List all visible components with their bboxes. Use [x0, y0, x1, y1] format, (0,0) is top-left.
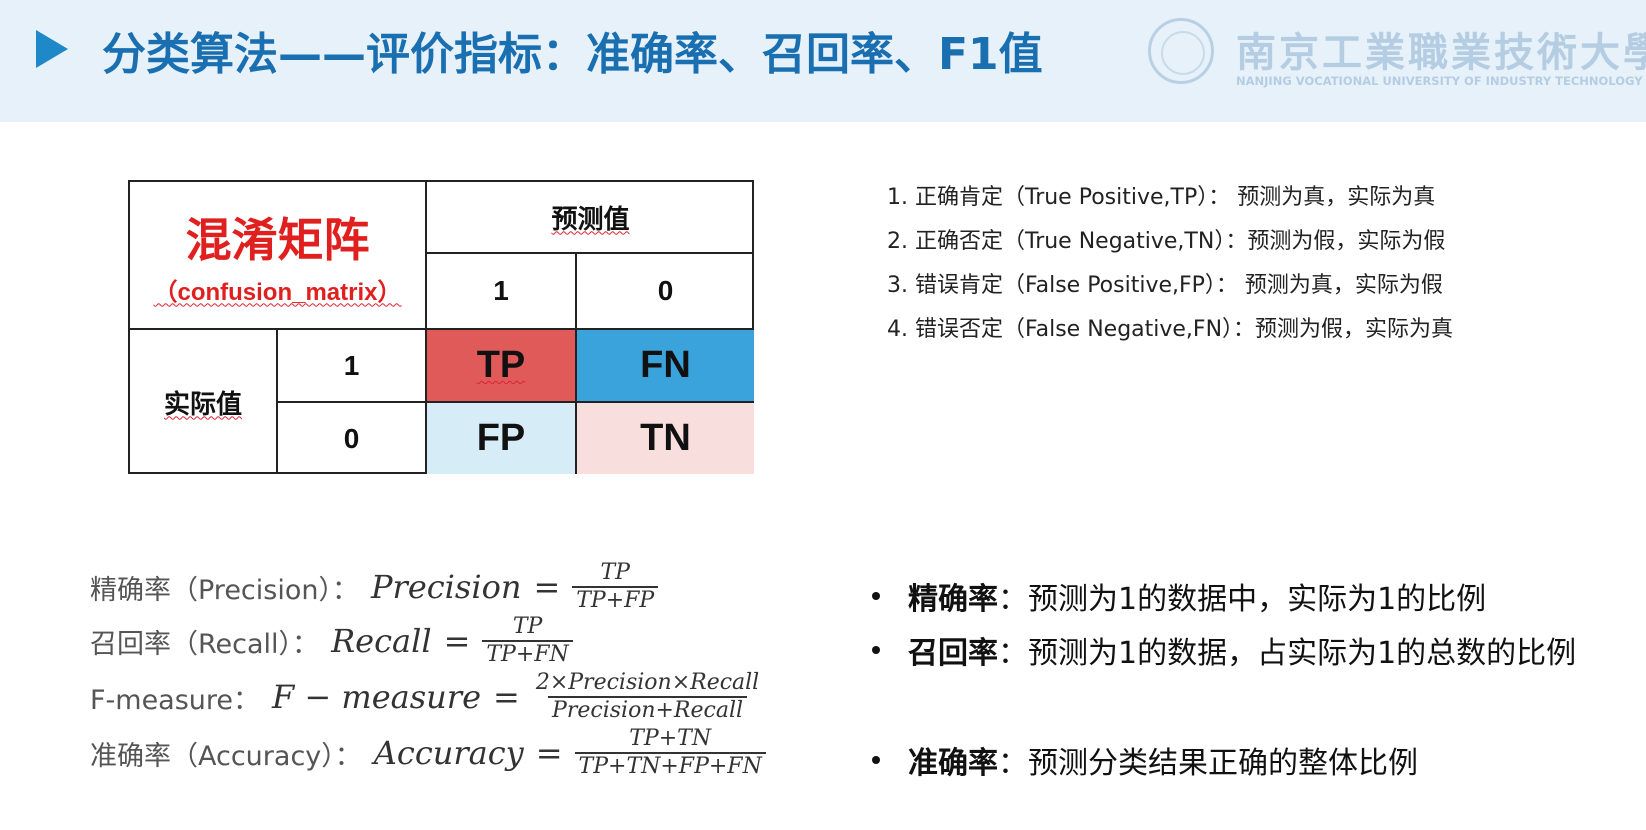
formula-accuracy: 准确率（Accuracy）： Accuracy = TP+TN TP+TN+FP… — [90, 726, 766, 780]
bullet-text: ：预测为1的数据中，实际为1的比例 — [998, 582, 1487, 617]
page-title: 分类算法——评价指标：准确率、召回率、F1值 — [102, 29, 1043, 80]
formula-fraction: 2×Precision×Recall Precision+Recall — [532, 670, 763, 724]
fraction-denominator: TP+FP — [572, 586, 659, 614]
formula-label: 准确率（Accuracy）： — [90, 740, 362, 772]
formula-lhs: F − measure — [272, 678, 482, 716]
formula-precision: 精确率（Precision）： Precision = TP TP+FP — [90, 560, 659, 614]
formula-equals: = — [443, 622, 471, 660]
fraction-denominator: TP+TN+FP+FN — [574, 752, 766, 780]
definition-item: 2. 正确否定（True Negative,TN）：预测为假，实际为假 — [887, 229, 1446, 254]
bullet-dot-icon — [872, 592, 880, 600]
fraction-numerator: TP+TN — [629, 726, 712, 751]
play-triangle-icon — [36, 30, 68, 68]
formula-lhs: Recall — [331, 622, 432, 660]
formula-recall: 召回率（Recall）： Recall = TP TP+FN — [90, 614, 573, 668]
formula-f-measure: F-measure： F − measure = 2×Precision×Rec… — [90, 670, 763, 724]
bullet-item-accuracy: 准确率 ：预测分类结果正确的整体比例 — [872, 738, 1418, 782]
confusion-matrix-table: 混淆矩阵 （confusion_matrix） 预测值 1 0 实际值 1 0 … — [128, 180, 754, 474]
university-logo: 南京工業職業技術大學 NANJING VOCATIONAL UNIVERSITY… — [1148, 18, 1646, 90]
logo-english-name: NANJING VOCATIONAL UNIVERSITY OF INDUSTR… — [1236, 74, 1643, 88]
formula-label: 召回率（Recall）： — [90, 628, 320, 660]
bullet-dot-icon — [872, 756, 880, 764]
formula-fraction: TP TP+FN — [482, 614, 573, 668]
fraction-denominator: TP+FN — [482, 640, 573, 668]
formula-lhs: Precision — [370, 568, 522, 606]
predicted-header: 预测值 — [427, 182, 754, 252]
tp-cell: TP — [427, 330, 575, 401]
actual-label: 实际值 — [163, 388, 242, 419]
actual-header: 实际值 — [130, 330, 276, 474]
fraction-numerator: TP — [600, 560, 630, 585]
fp-cell: FP — [427, 403, 575, 474]
bullet-term: 准确率 — [908, 746, 998, 781]
bullet-item-precision: 精确率 ：预测为1的数据中，实际为1的比例 — [872, 574, 1486, 618]
matrix-title-cell: 混淆矩阵 （confusion_matrix） — [130, 182, 425, 328]
matrix-title: 混淆矩阵 — [185, 212, 370, 267]
fn-cell: FN — [577, 330, 754, 401]
pred-0-header: 0 — [657, 275, 674, 306]
bullet-dot-icon — [872, 646, 880, 654]
predicted-label: 预测值 — [551, 203, 630, 234]
definitions-list: 1. 正确肯定（True Positive,TP）： 预测为真，实际为真 2. … — [887, 176, 1453, 352]
definition-item: 3. 错误肯定（False Positive,FP）： 预测为真，实际为假 — [887, 273, 1443, 298]
bullet-text: ：预测分类结果正确的整体比例 — [998, 746, 1418, 781]
formula-label: F-measure： — [90, 684, 261, 716]
formula-equals: = — [533, 568, 561, 606]
bullet-term: 召回率 — [908, 636, 998, 671]
matrix-subtitle: （confusion_matrix） — [153, 278, 402, 306]
formula-label: 精确率（Precision）： — [90, 574, 359, 606]
header-bar: 分类算法——评价指标：准确率、召回率、F1值 南京工業職業技術大學 NANJIN… — [0, 0, 1646, 122]
logo-chinese-name: 南京工業職業技術大學 — [1236, 29, 1646, 76]
fraction-denominator: Precision+Recall — [548, 696, 748, 724]
fraction-numerator: 2×Precision×Recall — [535, 670, 760, 695]
tn-cell: TN — [577, 403, 754, 474]
definition-item: 4. 错误否定（False Negative,FN）：预测为假，实际为真 — [887, 317, 1454, 342]
definition-item: 1. 正确肯定（True Positive,TP）： 预测为真，实际为真 — [887, 185, 1436, 210]
act-0-header: 0 — [343, 422, 360, 454]
formula-equals: = — [535, 734, 563, 772]
formula-lhs: Accuracy — [373, 734, 524, 772]
bullet-text: ：预测为1的数据，占实际为1的总数的比例 — [998, 636, 1577, 671]
formula-equals: = — [493, 678, 520, 716]
formula-fraction: TP+TN TP+TN+FP+FN — [574, 726, 766, 780]
tp-label: TP — [476, 344, 526, 386]
pred-1-header: 1 — [493, 275, 509, 306]
bullet-term: 精确率 — [908, 582, 998, 617]
fraction-numerator: TP — [512, 614, 543, 639]
act-1-header: 1 — [343, 349, 360, 381]
university-seal-icon — [1148, 18, 1214, 84]
bullet-item-recall: 召回率 ：预测为1的数据，占实际为1的总数的比例 — [872, 628, 1576, 672]
formula-fraction: TP TP+FP — [572, 560, 659, 614]
